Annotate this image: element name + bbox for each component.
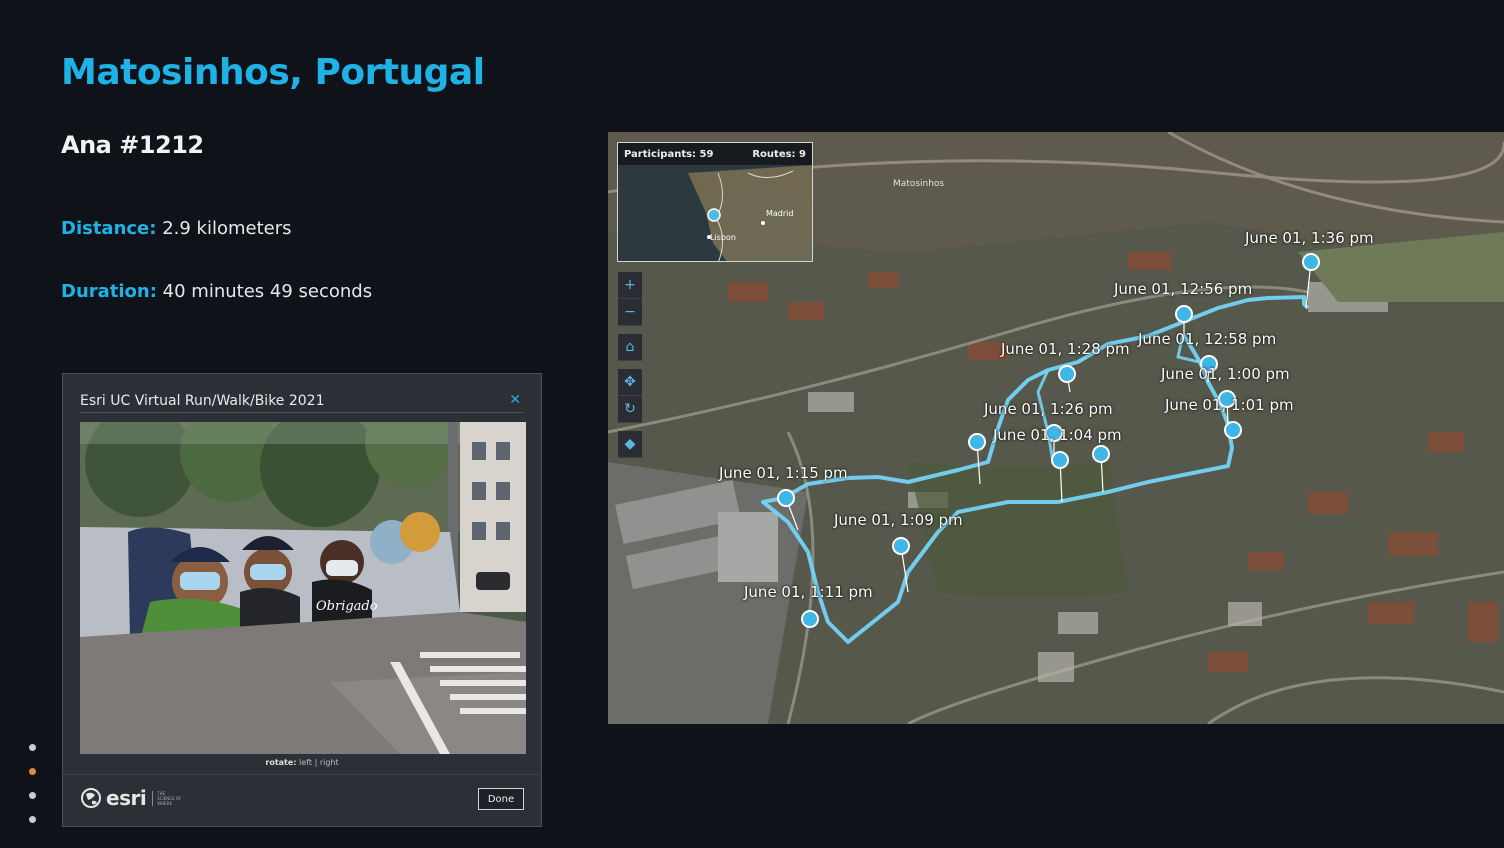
home-icon[interactable]: ⌂ bbox=[618, 334, 642, 361]
route-map[interactable]: Matosinhos Participants: 59 Routes: 9 Ma… bbox=[608, 132, 1504, 724]
popup-footer-divider bbox=[63, 774, 541, 775]
rotate-right-link[interactable]: right bbox=[320, 758, 339, 767]
duration-stat: Duration: 40 minutes 49 seconds bbox=[61, 281, 372, 302]
rotate-left-link[interactable]: left bbox=[299, 758, 312, 767]
overview-map[interactable]: Participants: 59 Routes: 9 Madrid Lisbon bbox=[617, 142, 813, 262]
marker-label[interactable]: June 01, 1:00 pm bbox=[1161, 365, 1290, 383]
marker-label[interactable]: June 01, 1:01 pm bbox=[1165, 396, 1294, 414]
place-label: Matosinhos bbox=[893, 179, 944, 189]
marker-label[interactable]: June 01, 1:15 pm bbox=[719, 464, 848, 482]
compass-icon[interactable]: ◆ bbox=[618, 431, 642, 458]
marker-label[interactable]: June 01, 1:28 pm bbox=[1001, 340, 1130, 358]
distance-label: Distance: bbox=[61, 218, 157, 239]
city-lisbon: Lisbon bbox=[710, 233, 736, 242]
rotate-label: rotate: bbox=[265, 758, 297, 767]
marker-label[interactable]: June 01, 1:11 pm bbox=[744, 583, 873, 601]
overview-stats-bar: Participants: 59 Routes: 9 bbox=[618, 143, 812, 165]
duration-value: 40 minutes 49 seconds bbox=[156, 281, 373, 302]
routes-count: Routes: 9 bbox=[752, 149, 806, 160]
esri-tagline: THE SCIENCE OF WHERE bbox=[152, 790, 183, 806]
marker-label[interactable]: June 01, 1:26 pm bbox=[984, 400, 1113, 418]
city-madrid: Madrid bbox=[766, 209, 794, 218]
slide-dot[interactable] bbox=[29, 792, 36, 799]
distance-stat: Distance: 2.9 kilometers bbox=[61, 218, 292, 239]
zoom-in-icon[interactable]: + bbox=[618, 272, 642, 299]
marker-label[interactable]: June 01, 12:56 pm bbox=[1114, 280, 1252, 298]
esri-logo: esri THE SCIENCE OF WHERE bbox=[80, 786, 183, 810]
esri-wordmark: esri bbox=[106, 786, 147, 810]
duration-label: Duration: bbox=[61, 281, 157, 302]
pan-icon[interactable]: ✥ bbox=[618, 369, 642, 396]
rotate-control: rotate: left | right bbox=[63, 758, 541, 767]
mural-text: Obrigado bbox=[316, 599, 378, 614]
close-icon[interactable]: ✕ bbox=[509, 392, 521, 408]
marker-label[interactable]: June 01, 1:09 pm bbox=[834, 511, 963, 529]
zoom-out-icon[interactable]: − bbox=[618, 299, 642, 326]
slide-dot[interactable] bbox=[29, 816, 36, 823]
marker-label[interactable]: June 01, 12:58 pm bbox=[1138, 330, 1276, 348]
slide-pagination bbox=[29, 744, 36, 840]
rotate-separator: | bbox=[314, 758, 318, 767]
mural-photo: Obrigado bbox=[80, 422, 526, 754]
globe-icon bbox=[81, 788, 101, 808]
runner-name: Ana #1212 bbox=[61, 131, 204, 159]
slide-title: Matosinhos, Portugal bbox=[61, 52, 485, 93]
participants-count: Participants: 59 bbox=[624, 149, 714, 160]
distance-value: 2.9 kilometers bbox=[156, 218, 292, 239]
slide-dot-active[interactable] bbox=[29, 768, 36, 775]
map-toolbar: + − ⌂ ✥ ↻ ◆ bbox=[618, 272, 642, 458]
done-button[interactable]: Done bbox=[478, 788, 524, 810]
popup-title: Esri UC Virtual Run/Walk/Bike 2021 bbox=[80, 393, 325, 409]
slide-dot[interactable] bbox=[29, 744, 36, 751]
photo-popup: Esri UC Virtual Run/Walk/Bike 2021 ✕ Obr… bbox=[62, 373, 542, 827]
marker-label[interactable]: June 01, 1:36 pm bbox=[1245, 229, 1374, 247]
marker-label[interactable]: June 01, 1:04 pm bbox=[993, 426, 1122, 444]
popup-divider bbox=[80, 412, 524, 413]
rotate-icon[interactable]: ↻ bbox=[618, 396, 642, 423]
